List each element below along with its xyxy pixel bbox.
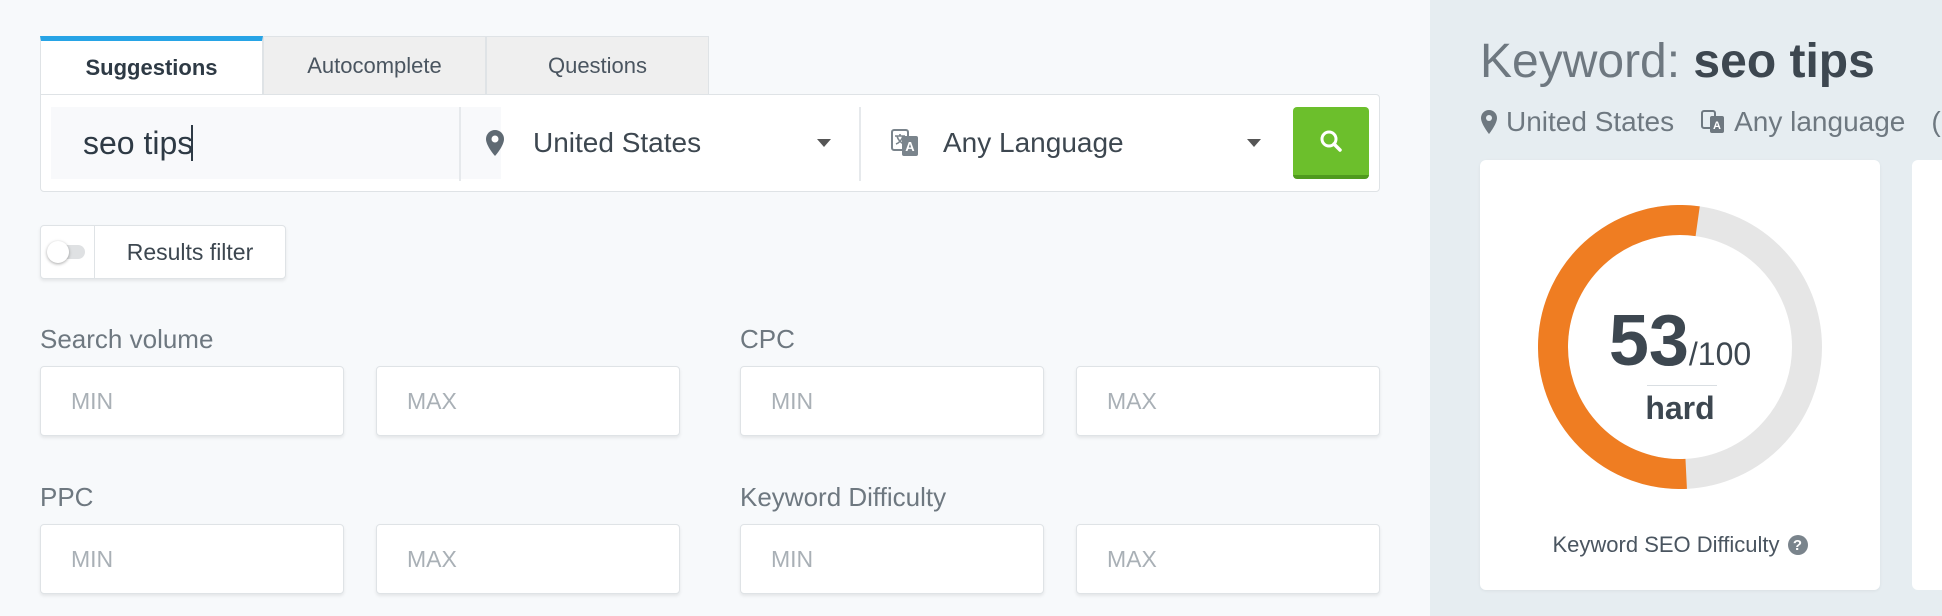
keyword-difficulty-label: Keyword Difficulty [740,482,947,512]
country-select-value: United States [533,127,702,158]
meta-language-label: Any language [1734,106,1906,137]
meta-overflow: ( [1931,106,1941,137]
chevron-down-icon [1247,139,1261,147]
svg-text:A: A [1713,120,1721,132]
language-select-value: Any Language [943,127,1124,158]
keyword-difficulty-card: 53/100 hard Keyword SEO Difficulty ? [1480,160,1880,590]
next-metric-card [1912,160,1942,590]
cpc-min-input[interactable] [740,366,1044,436]
text-cursor [191,125,193,161]
tab-questions[interactable]: Questions [486,36,709,94]
search-bar: United States A Any Language [40,94,1380,192]
translate-icon: A [891,129,918,156]
svg-text:A: A [905,139,915,154]
difficulty-level: hard [1645,390,1715,426]
cpc-label: CPC [740,324,795,354]
toggle-switch[interactable] [41,226,95,278]
keyword-title-value: seo tips [1693,35,1875,88]
map-pin-icon [1481,110,1497,134]
tab-suggestions[interactable]: Suggestions [40,36,263,94]
keyword-detail-title: Keyword: seo tips [1480,34,1875,89]
difficulty-score-max: /100 [1688,336,1752,372]
search-volume-min-input[interactable] [40,366,344,436]
ppc-max-input[interactable] [376,524,680,594]
help-icon[interactable]: ? [1787,535,1808,555]
country-select[interactable]: United States [459,107,859,179]
meta-country-label: United States [1506,106,1675,137]
keyword-meta: United States A Any language ( [1480,106,1941,138]
map-pin-icon [486,130,504,156]
keyword-search-panel: Suggestions Autocomplete Questions Unite… [0,0,1430,616]
translate-icon: A [1701,110,1725,133]
keyword-input[interactable] [51,107,501,179]
ppc-min-input[interactable] [40,524,344,594]
meta-country: United States [1480,106,1674,138]
ppc-label: PPC [40,482,94,512]
difficulty-caption-text: Keyword SEO Difficulty [1552,532,1780,557]
meta-language: A Any language [1700,106,1905,138]
difficulty-caption: Keyword SEO Difficulty ? [1480,532,1880,558]
difficulty-score-value: 53 [1608,301,1689,381]
results-filter-label: Results filter [126,238,254,265]
search-button[interactable] [1293,107,1369,179]
language-select[interactable]: A Any Language [869,107,1289,179]
tab-autocomplete[interactable]: Autocomplete [263,36,486,94]
results-filter-toggle[interactable]: Results filter [40,225,286,279]
divider [859,107,861,181]
search-volume-max-input[interactable] [376,366,680,436]
cpc-max-input[interactable] [1076,366,1380,436]
keyword-detail-panel: Keyword: seo tips United States A Any la… [1430,0,1942,616]
keyword-title-prefix: Keyword: [1480,35,1694,88]
search-volume-label: Search volume [40,324,214,354]
keyword-difficulty-max-input[interactable] [1076,524,1380,594]
toggle-knob [47,241,69,263]
chevron-down-icon [817,139,831,147]
score-divider [1647,385,1717,386]
search-mode-tabs: Suggestions Autocomplete Questions [40,36,709,94]
keyword-difficulty-min-input[interactable] [740,524,1044,594]
difficulty-score: 53/100 [1480,300,1880,382]
search-icon [1320,130,1342,152]
